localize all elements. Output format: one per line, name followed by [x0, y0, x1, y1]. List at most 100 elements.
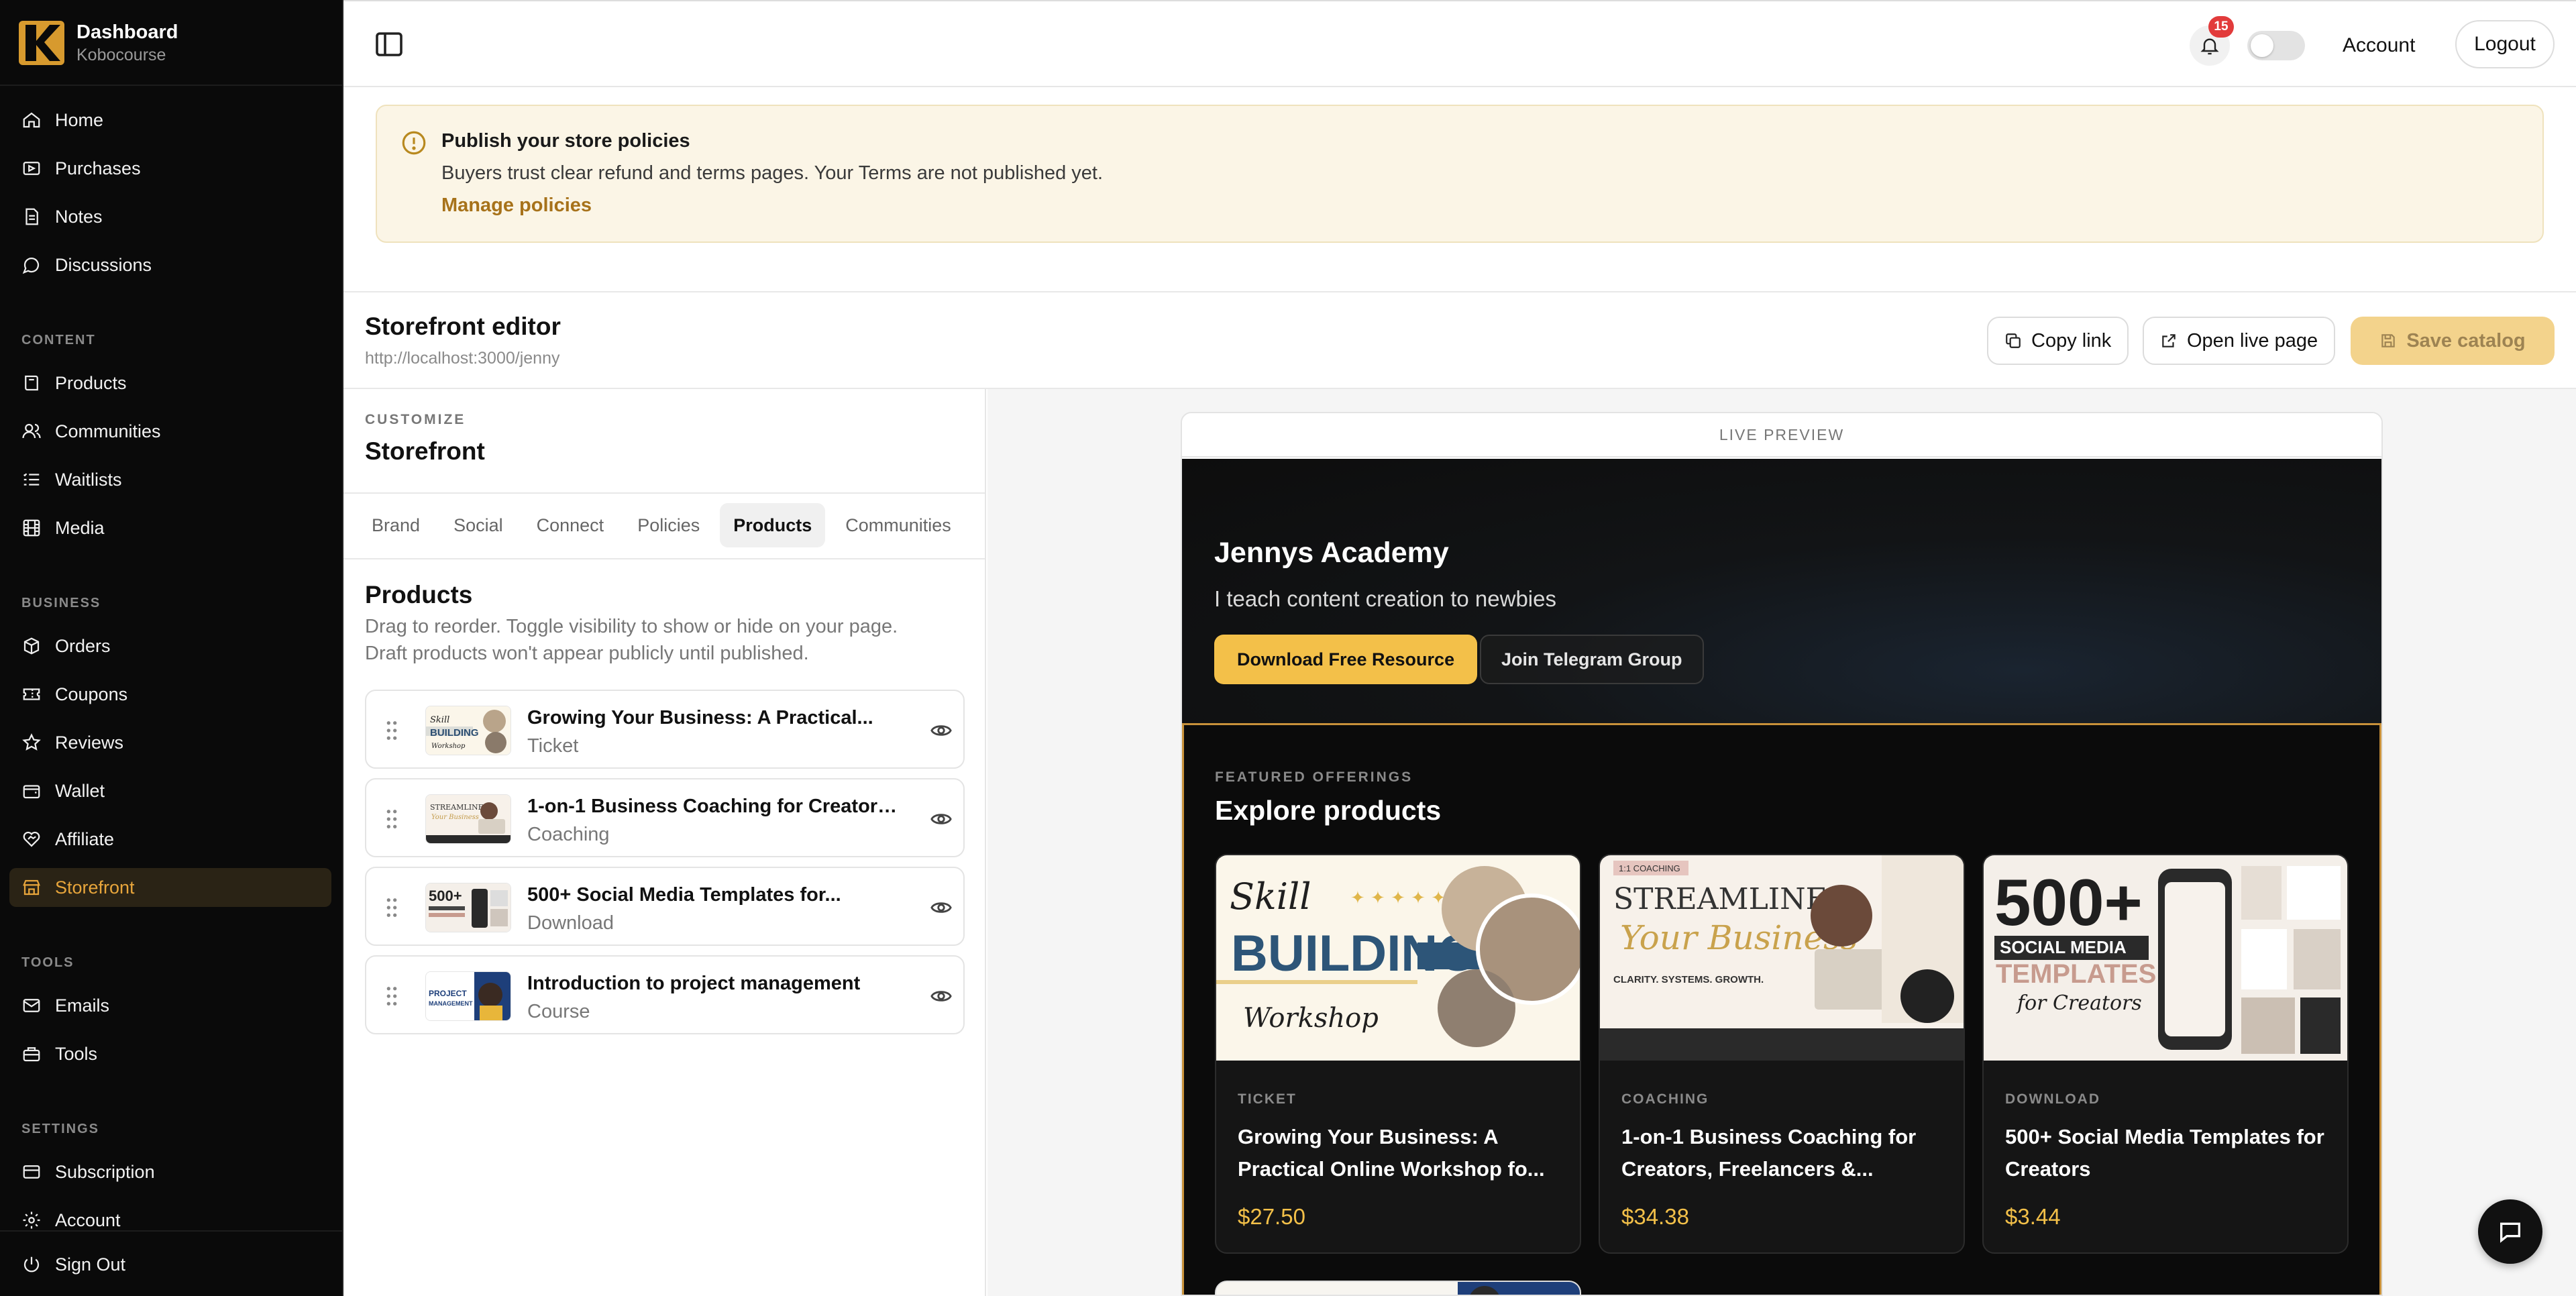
eye-icon[interactable]: [930, 808, 953, 830]
svg-text:500+: 500+: [1994, 865, 2143, 939]
section-divider: [343, 291, 2576, 292]
manage-policies-link[interactable]: Manage policies: [441, 195, 592, 217]
sidebar-item-subscription[interactable]: Subscription: [9, 1152, 331, 1191]
download-free-resource-button[interactable]: Download Free Resource: [1214, 635, 1478, 684]
logout-button[interactable]: Logout: [2455, 20, 2555, 68]
sidebar-item-wallet[interactable]: Wallet: [9, 771, 331, 810]
sidebar-item-label: Reviews: [55, 732, 124, 753]
svg-text:BUILDING: BUILDING: [430, 727, 479, 739]
sidebar-item-reviews[interactable]: Reviews: [9, 723, 331, 762]
sidebar-item-label: Communities: [55, 421, 161, 441]
drag-handle-icon[interactable]: [385, 809, 398, 829]
sidebar-item-waitlists[interactable]: Waitlists: [9, 460, 331, 499]
sign-out-button[interactable]: Sign Out: [9, 1245, 331, 1284]
orders-icon: [23, 637, 40, 655]
sidebar-item-emails[interactable]: Emails: [9, 986, 331, 1025]
sidebar-divider: [0, 1230, 342, 1232]
sidebar-divider: [0, 85, 342, 86]
customize-label: CUSTOMIZE: [365, 412, 466, 427]
tab-communities[interactable]: Communities: [832, 503, 965, 547]
product-name: 500+ Social Media Templates for...: [527, 884, 841, 906]
brand-title: Dashboard: [76, 21, 178, 43]
sidebar-item-tools[interactable]: Tools: [9, 1034, 331, 1073]
product-row[interactable]: PROJECT MANAGEMENT Introduction to projec…: [365, 955, 965, 1034]
product-card-title: 1-on-1 Business Coaching for Creators, F…: [1621, 1125, 1917, 1181]
product-row[interactable]: Skill BUILDING Workshop Growing Your Busin…: [365, 690, 965, 769]
brand[interactable]: Dashboard Kobocourse: [19, 19, 178, 67]
tab-brand[interactable]: Brand: [358, 503, 433, 547]
sidebar-item-orders[interactable]: Orders: [9, 627, 331, 665]
brand-subtitle: Kobocourse: [76, 46, 166, 64]
product-card-title: Growing Your Business: A Practical Onlin…: [1238, 1125, 1545, 1181]
sidebar-item-media[interactable]: Media: [9, 508, 331, 547]
sidebar-item-account[interactable]: Account: [9, 1201, 331, 1240]
tab-social[interactable]: Social: [440, 503, 517, 547]
product-card[interactable]: Skill ✦ ✦ ✦ ✦ ✦ BUILDING Workshop TICKET…: [1215, 854, 1581, 1254]
sidebar-item-label: Media: [55, 517, 105, 538]
sidebar-item-communities[interactable]: Communities: [9, 412, 331, 451]
product-card-price: $27.50: [1238, 1204, 1305, 1229]
sidebar-item-storefront[interactable]: Storefront: [9, 868, 331, 907]
discussions-icon: [22, 257, 40, 274]
external-link-icon: [2162, 334, 2176, 347]
product-row[interactable]: STREAMLINE Your Business 1-on-1 Business …: [365, 778, 965, 857]
product-card[interactable]: 500+ SOCIAL MEDIA TEMPLATES for Creators…: [1982, 854, 2349, 1254]
tab-products[interactable]: Products: [720, 503, 826, 547]
sidebar-item-label: Storefront: [55, 877, 135, 898]
account-link[interactable]: Account: [2343, 31, 2415, 60]
sign-out-label: Sign Out: [55, 1254, 126, 1275]
tools-icon: [23, 1047, 40, 1062]
topbar: 15 Account Logout: [343, 0, 2576, 87]
join-telegram-button[interactable]: Join Telegram Group: [1480, 635, 1704, 684]
product-thumbnail: Skill BUILDING Workshop: [425, 706, 511, 755]
eye-icon[interactable]: [930, 896, 953, 919]
tab-policies[interactable]: Policies: [624, 503, 713, 547]
sidebar-item-affiliate[interactable]: Affiliate: [9, 820, 331, 859]
copy-link-button[interactable]: Copy link: [1987, 317, 2129, 365]
chat-button[interactable]: [2478, 1199, 2542, 1264]
sidebar-item-coupons[interactable]: Coupons: [9, 675, 331, 714]
product-type: Ticket: [527, 735, 579, 757]
emails-icon: [23, 999, 40, 1012]
tab-connect[interactable]: Connect: [523, 503, 618, 547]
product-card[interactable]: 1:1 COACHING STREAMLINE Your Business CL…: [1599, 854, 1965, 1254]
svg-text:Workshop: Workshop: [431, 743, 466, 750]
open-live-page-button[interactable]: Open live page: [2143, 317, 2336, 365]
gear-icon: [23, 1211, 40, 1229]
storefront-icon: [23, 879, 40, 896]
product-name: Introduction to project management: [527, 973, 861, 994]
sidebar-item-notes[interactable]: Notes: [9, 197, 331, 236]
save-catalog-button[interactable]: Save catalog: [2351, 317, 2555, 365]
svg-text:PROJECT: PROJECT: [429, 989, 467, 998]
svg-text:SOCIAL MEDIA: SOCIAL MEDIA: [2000, 937, 2127, 957]
products-section-title: Products: [365, 581, 473, 608]
eye-icon[interactable]: [930, 719, 953, 742]
sidebar-item-discussions[interactable]: Discussions: [9, 246, 331, 284]
sidebar-item-label: Tools: [55, 1043, 98, 1064]
sidebar-item-label: Products: [55, 372, 127, 393]
sidebar-item-label: Emails: [55, 995, 110, 1016]
bell-icon: [2200, 38, 2219, 55]
academy-tagline: I teach content creation to newbies: [1214, 586, 1556, 611]
drag-handle-icon[interactable]: [385, 898, 398, 918]
drag-handle-icon[interactable]: [385, 986, 398, 1006]
media-icon: [23, 519, 40, 537]
eye-icon[interactable]: [930, 985, 953, 1008]
theme-toggle[interactable]: [2247, 31, 2305, 60]
product-card[interactable]: [1215, 1281, 1581, 1295]
communities-icon: [22, 423, 41, 439]
product-type: Course: [527, 1001, 590, 1022]
offerings-title: Explore products: [1215, 795, 1442, 826]
sidebar-item-purchases[interactable]: Purchases: [9, 149, 331, 188]
kobocourse-logo-icon: [19, 21, 64, 65]
drag-handle-icon[interactable]: [385, 720, 398, 741]
svg-text:500+: 500+: [429, 887, 462, 904]
product-row[interactable]: 500+ 500+ Social Media Templates for... …: [365, 867, 965, 946]
sidebar-toggle-icon[interactable]: [373, 28, 405, 60]
save-icon: [2381, 334, 2396, 347]
product-card-price: $34.38: [1621, 1204, 1689, 1229]
power-icon: [23, 1256, 40, 1273]
home-icon: [23, 112, 40, 128]
sidebar-item-products[interactable]: Products: [9, 364, 331, 402]
sidebar-item-home[interactable]: Home: [9, 101, 331, 140]
